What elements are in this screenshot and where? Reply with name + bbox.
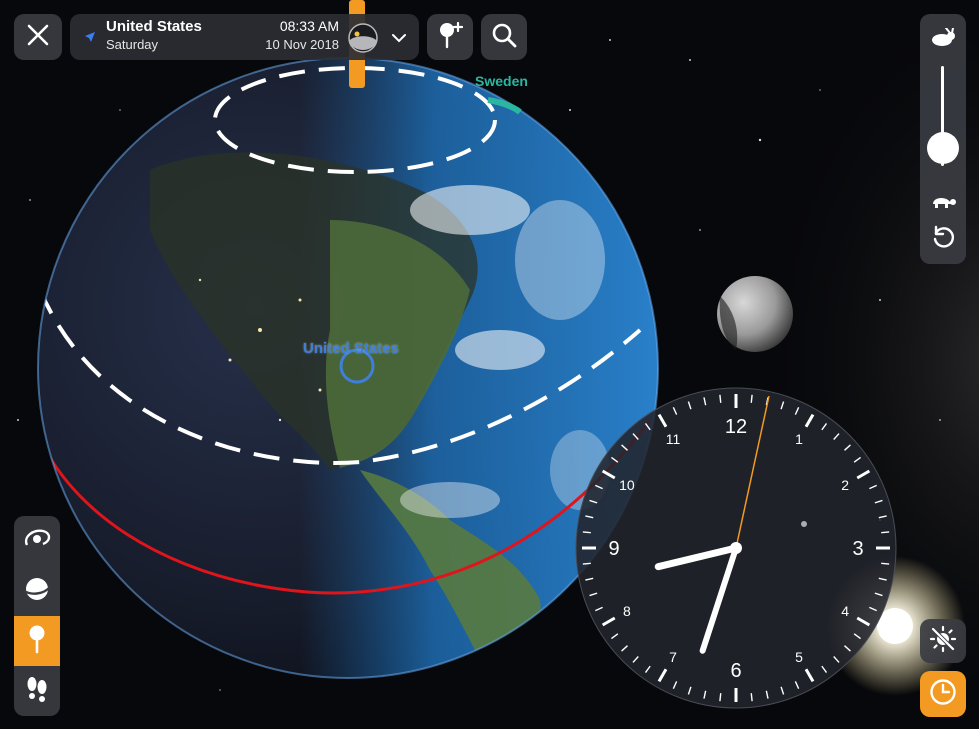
- clock-tick: [750, 394, 753, 403]
- tortoise-icon[interactable]: [929, 192, 957, 215]
- search-icon: [491, 22, 517, 53]
- clock-tick: [582, 562, 591, 565]
- close-button[interactable]: [14, 14, 62, 60]
- clock-tick: [719, 693, 722, 702]
- clock-numeral: 5: [795, 649, 803, 665]
- clock-numeral: 12: [725, 416, 747, 438]
- country-label[interactable]: United States: [303, 340, 399, 357]
- moon-phase-icon[interactable]: [347, 22, 379, 59]
- add-pin-button[interactable]: [427, 14, 473, 60]
- clock-numeral: 7: [669, 649, 677, 665]
- footsteps-icon: [24, 674, 50, 709]
- sun-off-icon: [929, 625, 957, 658]
- orbit-icon: [23, 527, 51, 556]
- clock-tick: [881, 562, 890, 565]
- mode-pin[interactable]: [14, 616, 60, 666]
- speed-control-panel: [920, 14, 966, 264]
- clock-numeral: 3: [852, 538, 863, 560]
- daylight-toggle-button[interactable]: [920, 619, 966, 663]
- search-button[interactable]: [481, 14, 527, 60]
- location-date: 10 Nov 2018: [265, 37, 339, 52]
- clock-toggle-button[interactable]: [920, 671, 966, 717]
- sweden-label[interactable]: Sweden: [475, 73, 528, 89]
- clock-numeral: 2: [841, 477, 849, 493]
- clock-tick: [750, 693, 753, 702]
- close-icon: [26, 23, 50, 52]
- analog-clock[interactable]: 121234567891011: [574, 386, 898, 710]
- clock-tick: [719, 394, 722, 403]
- reset-icon[interactable]: [930, 224, 956, 255]
- view-mode-panel: [14, 516, 60, 716]
- speed-slider-thumb[interactable]: [927, 132, 959, 164]
- clock-numeral: 1: [795, 431, 803, 447]
- planet-icon: [23, 575, 51, 608]
- hare-icon[interactable]: [929, 27, 957, 53]
- clock-numeral: 9: [608, 538, 619, 560]
- mode-planet[interactable]: [14, 566, 60, 616]
- mode-footsteps[interactable]: [14, 666, 60, 716]
- location-time: 08:33 AM: [279, 18, 339, 34]
- mode-orbit[interactable]: [14, 516, 60, 566]
- clock-numeral: 11: [666, 431, 681, 447]
- location-time-panel[interactable]: United States Saturday 08:33 AM 10 Nov 2…: [70, 14, 419, 60]
- clock-numeral: 10: [619, 477, 635, 493]
- clock-tick: [582, 531, 591, 534]
- clock-tick: [881, 531, 890, 534]
- add-pin-icon: [437, 21, 464, 54]
- clock-numeral: 8: [623, 603, 631, 619]
- pin-icon: [27, 624, 47, 659]
- clock-numeral: 4: [841, 603, 849, 619]
- clock-numeral: 6: [730, 660, 741, 682]
- clock-icon: [929, 678, 957, 711]
- location-name: United States: [106, 18, 202, 35]
- chevron-down-icon[interactable]: [392, 30, 406, 48]
- navigation-arrow-icon: [84, 30, 96, 48]
- location-day: Saturday: [106, 37, 159, 52]
